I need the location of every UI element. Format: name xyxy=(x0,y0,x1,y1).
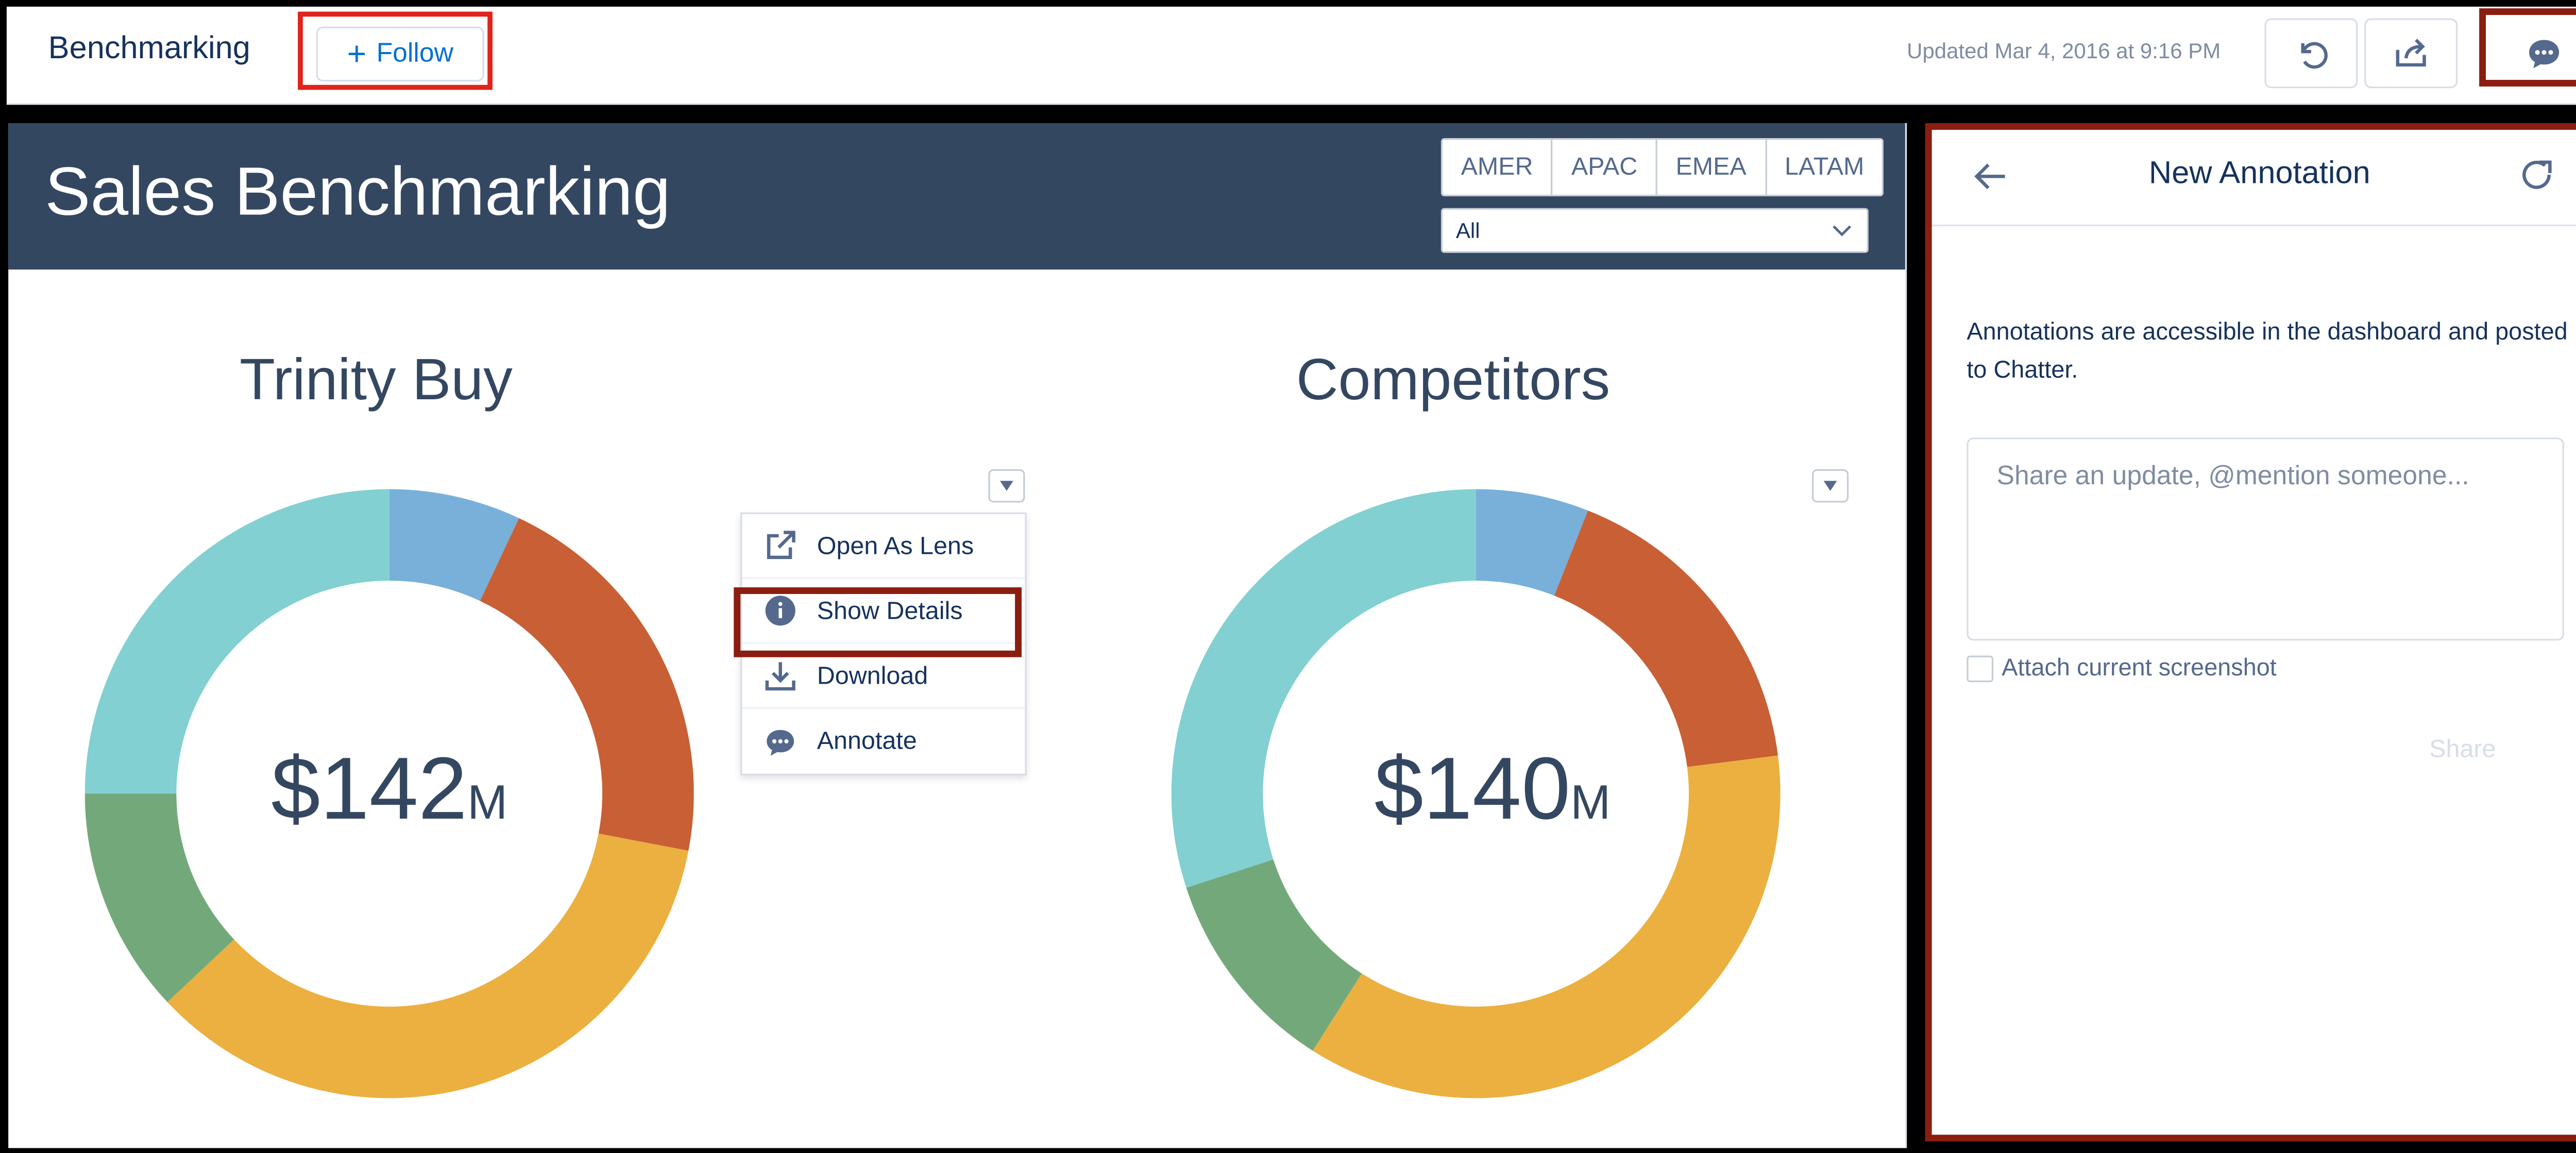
donut-segment-orange[interactable] xyxy=(1554,511,1778,767)
share-button[interactable] xyxy=(2364,18,2458,89)
app-window: Benchmarking + Follow Updated Mar 4, 201… xyxy=(0,0,2576,1153)
menu-item-annotate[interactable]: Annotate xyxy=(742,709,1025,774)
menu-item-label: Download xyxy=(817,661,928,690)
chevron-down-icon xyxy=(1833,225,1852,236)
region-toggle: AMER APAC EMEA LATAM xyxy=(1440,138,1885,197)
panel-divider xyxy=(1905,123,1907,1148)
share-icon xyxy=(2396,39,2426,67)
undo-button[interactable] xyxy=(2264,18,2358,89)
menu-item-label: Annotate xyxy=(817,727,917,756)
menu-item-label: Open As Lens xyxy=(817,531,974,560)
dashboard-banner: Sales Benchmarking AMER APAC EMEA LATAM … xyxy=(8,123,1907,270)
chart-title-competitors: Competitors xyxy=(1296,347,1611,413)
region-tab-emea[interactable]: EMEA xyxy=(1657,140,1767,195)
total-unit: M xyxy=(1570,777,1611,830)
external-link-icon xyxy=(767,531,795,559)
total-unit: M xyxy=(467,777,508,830)
region-tab-amer[interactable]: AMER xyxy=(1443,140,1553,195)
follow-highlight xyxy=(298,11,493,90)
donut-center-label-competitors: $140M xyxy=(1269,739,1716,840)
chart-title-trinity-buy: Trinity Buy xyxy=(240,347,513,413)
chart-menu-button-trinity-buy[interactable] xyxy=(988,469,1025,503)
total-value: $140 xyxy=(1374,740,1571,839)
caret-down-icon xyxy=(1823,481,1837,491)
annotation-panel-highlight xyxy=(1925,123,2576,1142)
app-title: Benchmarking xyxy=(48,31,250,67)
dashboard-title: Sales Benchmarking xyxy=(45,153,671,230)
donut-segment-yellow[interactable] xyxy=(167,833,689,1098)
donut-center-label-trinity-buy: $142M xyxy=(166,739,613,840)
menu-item-open-as-lens[interactable]: Open As Lens xyxy=(742,514,1025,579)
annotation-icon xyxy=(767,729,794,755)
updated-timestamp: Updated Mar 4, 2016 at 9:16 PM xyxy=(1907,38,2221,63)
total-value: $142 xyxy=(271,740,468,839)
annotate-item-highlight xyxy=(734,587,1022,657)
region-select-value: All xyxy=(1455,218,1480,243)
download-icon xyxy=(765,662,795,691)
caret-down-icon xyxy=(999,481,1013,491)
annotations-button-highlight xyxy=(2479,8,2576,87)
region-tab-apac[interactable]: APAC xyxy=(1553,140,1657,195)
chart-menu-button-competitors[interactable] xyxy=(1812,469,1849,503)
undo-icon xyxy=(2301,42,2328,69)
region-tab-latam[interactable]: LATAM xyxy=(1767,140,1883,195)
region-select[interactable]: All xyxy=(1440,208,1869,253)
